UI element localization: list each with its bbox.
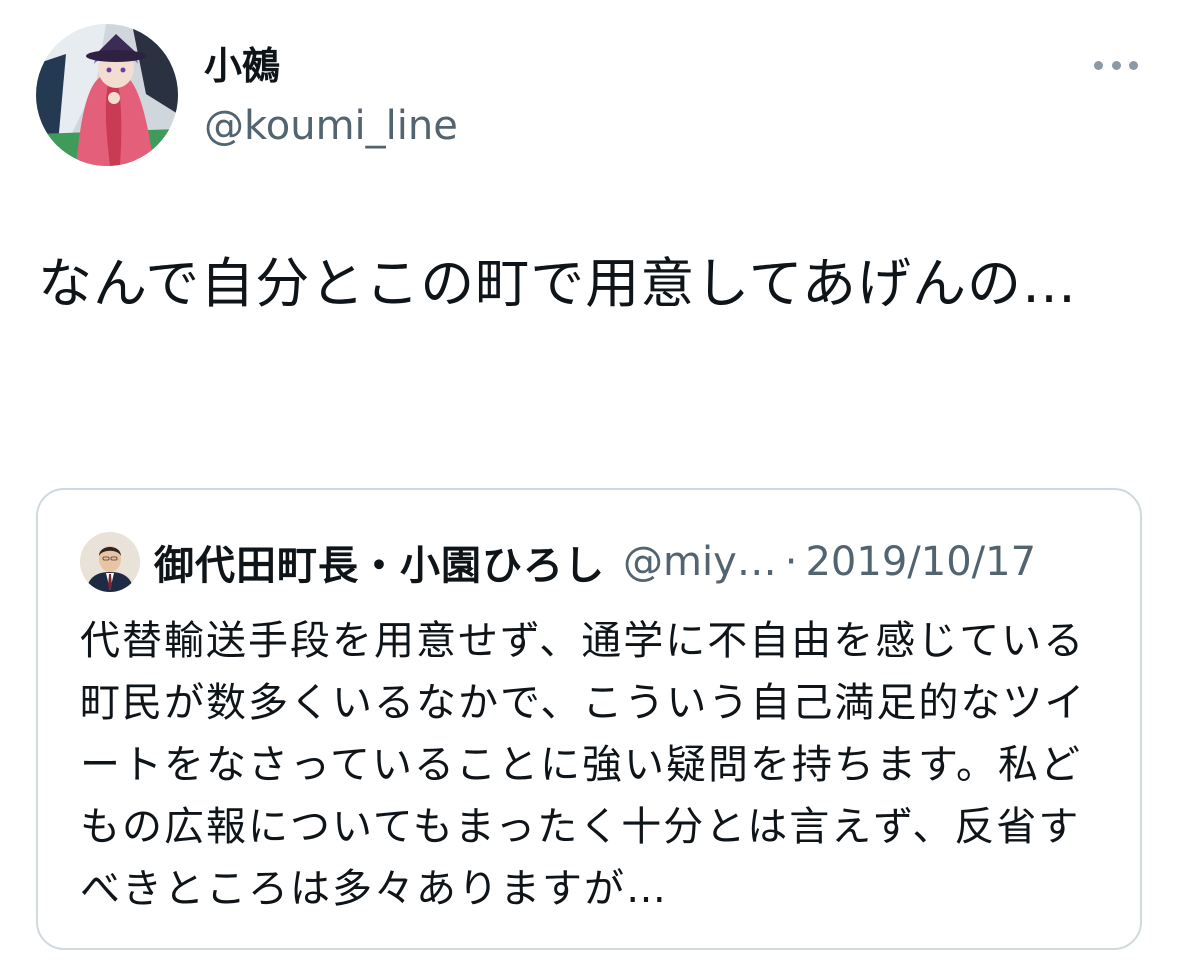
more-horizontal-icon bbox=[1111, 60, 1121, 70]
quoted-author-handle[interactable]: @miy… bbox=[623, 539, 777, 585]
quoted-tweet-text: 代替輸送手段を用意せず、通学に不自由を感じている町民が数多くいるなかで、こういう… bbox=[80, 618, 1087, 912]
avatar-man-in-suit-icon bbox=[80, 532, 140, 592]
quoted-tweet-card[interactable]: 御代田町長・小園ひろし @miy… · 2019/10/17 代替輸送手段を用意… bbox=[36, 488, 1142, 950]
quoted-author-avatar[interactable] bbox=[80, 532, 140, 592]
tweet-text: なんで自分とこの町で用意してあげんの… bbox=[38, 252, 1078, 315]
tweet: 小鵺 @koumi_line なんで自分とこの町で用意してあげんの… 御代田町長… bbox=[0, 0, 1179, 969]
more-horizontal-icon bbox=[1094, 60, 1103, 70]
author-handle[interactable]: @koumi_line bbox=[204, 100, 458, 152]
author-display-name[interactable]: 小鵺 bbox=[204, 42, 280, 90]
header-separator: · bbox=[784, 539, 798, 585]
quoted-author-display-name[interactable]: 御代田町長・小園ひろし bbox=[154, 533, 605, 591]
more-horizontal-icon bbox=[1129, 60, 1138, 70]
avatar-anime-girl-icon bbox=[36, 24, 178, 166]
quoted-tweet-date[interactable]: 2019/10/17 bbox=[805, 539, 1036, 585]
quoted-tweet-header: 御代田町長・小園ひろし @miy… · 2019/10/17 bbox=[154, 534, 1036, 590]
author-avatar[interactable] bbox=[36, 24, 178, 166]
more-options-button[interactable] bbox=[1088, 50, 1144, 80]
